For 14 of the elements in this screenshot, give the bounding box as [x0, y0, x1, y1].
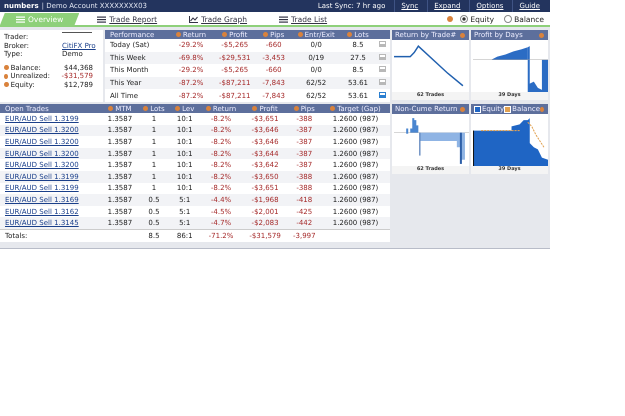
- chart-icon[interactable]: [378, 66, 386, 72]
- list-icon: [279, 16, 288, 22]
- line-chart-icon: [189, 16, 198, 22]
- chart-icon[interactable]: [378, 54, 386, 60]
- info-icon: [447, 16, 454, 22]
- info-icon: [539, 32, 544, 38]
- list-icon: [97, 16, 106, 22]
- info-icon: [540, 106, 544, 112]
- chart-icon[interactable]: [378, 92, 386, 98]
- list-icon: [16, 16, 25, 22]
- info-icon: [460, 32, 465, 38]
- chart-icon[interactable]: [378, 79, 386, 86]
- chart-icon[interactable]: [378, 41, 386, 48]
- info-icon: [460, 106, 465, 112]
